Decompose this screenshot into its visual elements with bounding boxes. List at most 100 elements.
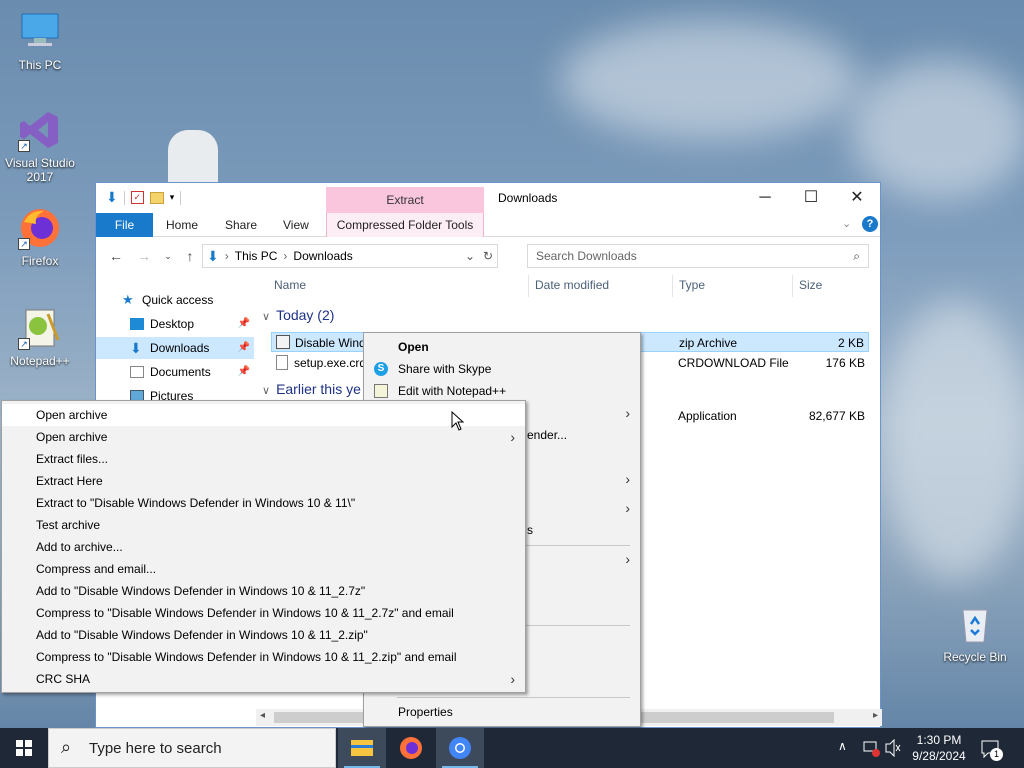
help-icon[interactable]: ? xyxy=(862,216,878,232)
start-button[interactable] xyxy=(0,728,48,768)
tab-view[interactable]: View xyxy=(273,213,319,237)
action-center-button[interactable]: 1 xyxy=(980,728,1010,768)
file-type: Application xyxy=(678,409,737,423)
menu-item-compress-to-zip-and-email[interactable]: Compress to "Disable Windows Defender in… xyxy=(2,646,525,668)
taskbar-chrome[interactable] xyxy=(436,728,484,768)
menu-item-add-to-7z[interactable]: Add to "Disable Windows Defender in Wind… xyxy=(2,580,525,602)
menu-item-compress-and-email[interactable]: Compress and email... xyxy=(2,558,525,580)
search-icon: ⌕ xyxy=(61,737,72,757)
address-input[interactable]: ⬇ › This PC › Downloads ⌄ ↻ xyxy=(202,244,498,268)
menu-item-label: Extract to "Disable Windows Defender in … xyxy=(36,496,356,510)
menu-item-open[interactable]: Open xyxy=(364,336,640,358)
breadcrumb-downloads[interactable]: Downloads xyxy=(293,249,352,263)
desktop-icon-firefox[interactable]: ↗ Firefox xyxy=(0,206,80,268)
breadcrumb-separator: › xyxy=(224,249,229,263)
menu-item-label: Add to "Disable Windows Defender in Wind… xyxy=(36,584,366,598)
menu-item-label: Extract files... xyxy=(36,452,109,466)
menu-item-label: Open archive xyxy=(36,408,108,422)
clock-time: 1:30 PM xyxy=(916,733,962,747)
maximize-button[interactable]: ☐ xyxy=(788,183,834,213)
menu-item-properties[interactable]: Properties xyxy=(364,701,640,723)
menu-item-open-archive-submenu[interactable]: Open archive › xyxy=(2,426,525,448)
nav-item-desktop[interactable]: Desktop 📌 xyxy=(96,313,254,335)
column-divider[interactable] xyxy=(528,275,529,297)
tab-share[interactable]: Share xyxy=(215,213,267,237)
search-input[interactable]: Search Downloads ⌕ xyxy=(527,244,869,268)
search-icon: ⌕ xyxy=(853,249,860,263)
nav-item-downloads[interactable]: ⬇ Downloads 📌 xyxy=(96,337,254,359)
menu-item-test-archive[interactable]: Test archive xyxy=(2,514,525,536)
menu-item-label: Share with Skype xyxy=(398,362,492,376)
address-bar-row: ← → ⌄ ↑ ⬇ › This PC › Downloads ⌄ ↻ Sear… xyxy=(96,240,880,270)
menu-item-extract-to-folder[interactable]: Extract to "Disable Windows Defender in … xyxy=(2,492,525,514)
column-header-size[interactable]: Size xyxy=(799,278,822,292)
back-button[interactable]: ← xyxy=(106,246,126,266)
menu-item-extract-here[interactable]: Extract Here xyxy=(2,470,525,492)
taskbar-firefox[interactable] xyxy=(387,728,435,768)
new-folder-icon[interactable] xyxy=(149,191,164,204)
desktop-icon-label: Firefox xyxy=(21,254,59,268)
tab-compressed-folder-tools[interactable]: Compressed Folder Tools xyxy=(326,213,484,237)
recycle-bin-icon xyxy=(953,602,997,646)
group-header-earlier-this-year[interactable]: ∨ Earlier this ye xyxy=(262,381,361,397)
menu-item-label: ender... xyxy=(527,428,568,442)
address-dropdown-icon[interactable]: ⌄ xyxy=(465,249,475,263)
zip-context-submenu: Open archive Open archive › Extract files… xyxy=(1,400,526,693)
menu-item-label: s xyxy=(527,523,533,537)
shortcut-arrow-icon: ↗ xyxy=(18,140,30,152)
desktop-icon-this-pc[interactable]: This PC xyxy=(0,10,80,72)
network-tray-icon[interactable] xyxy=(862,728,880,768)
refresh-icon[interactable]: ↻ xyxy=(483,249,493,263)
desktop-icon-recycle-bin[interactable]: Recycle Bin xyxy=(935,602,1015,664)
taskbar-search-box[interactable]: ⌕ Type here to search xyxy=(48,728,336,768)
menu-item-add-to-archive[interactable]: Add to archive... xyxy=(2,536,525,558)
menu-item-edit-with-notepad-plus-plus[interactable]: Edit with Notepad++ xyxy=(364,380,640,402)
scroll-left-icon[interactable]: ◂ xyxy=(260,710,265,721)
column-header-name[interactable]: Name xyxy=(274,278,306,292)
volume-tray-icon[interactable] xyxy=(884,728,902,768)
column-header-date-modified[interactable]: Date modified xyxy=(535,278,609,292)
pin-icon[interactable]: 📌 xyxy=(238,361,250,383)
ribbon-expand-icon[interactable]: ⌄ xyxy=(842,217,851,230)
column-header-type[interactable]: Type xyxy=(679,278,705,292)
minimize-button[interactable]: ─ xyxy=(742,183,788,213)
recent-locations-button[interactable]: ⌄ xyxy=(158,246,178,266)
title-bar[interactable]: ⬇ ✓ ▾ Extract Downloads ─ ☐ ✕ xyxy=(96,183,880,213)
cloud xyxy=(850,60,1024,200)
taskbar-file-explorer[interactable] xyxy=(338,728,386,768)
menu-item-share-with-skype[interactable]: S Share with Skype xyxy=(364,358,640,380)
close-button[interactable]: ✕ xyxy=(834,183,880,213)
up-button[interactable]: ↑ xyxy=(180,246,200,266)
zip-file-icon xyxy=(276,335,290,349)
menu-item-compress-to-7z-and-email[interactable]: Compress to "Disable Windows Defender in… xyxy=(2,602,525,624)
star-icon: ★ xyxy=(122,292,134,307)
desktop-icon-notepad-plus-plus[interactable]: ↗ Notepad++ xyxy=(0,306,80,368)
shortcut-arrow-icon: ↗ xyxy=(18,338,30,350)
group-header-today[interactable]: ∨ Today (2) xyxy=(262,307,334,323)
breadcrumb-this-pc[interactable]: This PC xyxy=(235,249,278,263)
nav-item-quick-access[interactable]: ★ Quick access xyxy=(96,289,254,311)
divider xyxy=(180,190,182,205)
menu-item-extract-files[interactable]: Extract files... xyxy=(2,448,525,470)
customize-dropdown-icon[interactable]: ▾ xyxy=(170,192,175,203)
nav-item-documents[interactable]: Documents 📌 xyxy=(96,361,254,383)
down-arrow-icon[interactable]: ⬇ xyxy=(106,189,118,206)
properties-icon[interactable]: ✓ xyxy=(130,191,144,204)
desktop-icon-visual-studio[interactable]: ↗ Visual Studio 2017 xyxy=(0,108,80,184)
column-divider[interactable] xyxy=(792,275,793,297)
column-divider[interactable] xyxy=(672,275,673,297)
pin-icon[interactable]: 📌 xyxy=(238,313,250,335)
downloads-icon: ⬇ xyxy=(130,340,142,356)
visual-studio-icon: ↗ xyxy=(18,108,62,152)
contextual-tab-extract[interactable]: Extract xyxy=(326,187,484,213)
menu-item-add-to-zip[interactable]: Add to "Disable Windows Defender in Wind… xyxy=(2,624,525,646)
tab-home[interactable]: Home xyxy=(156,213,208,237)
menu-item-crc-sha[interactable]: CRC SHA › xyxy=(2,668,525,690)
menu-separator xyxy=(397,697,630,698)
pin-icon[interactable]: 📌 xyxy=(238,337,250,359)
tab-file[interactable]: File xyxy=(96,213,153,237)
forward-button[interactable]: → xyxy=(134,246,154,266)
menu-item-open-archive[interactable]: Open archive xyxy=(2,404,525,426)
taskbar-clock[interactable]: 1:30 PM 9/28/2024 xyxy=(906,732,972,764)
scroll-right-icon[interactable]: ▸ xyxy=(873,710,878,721)
